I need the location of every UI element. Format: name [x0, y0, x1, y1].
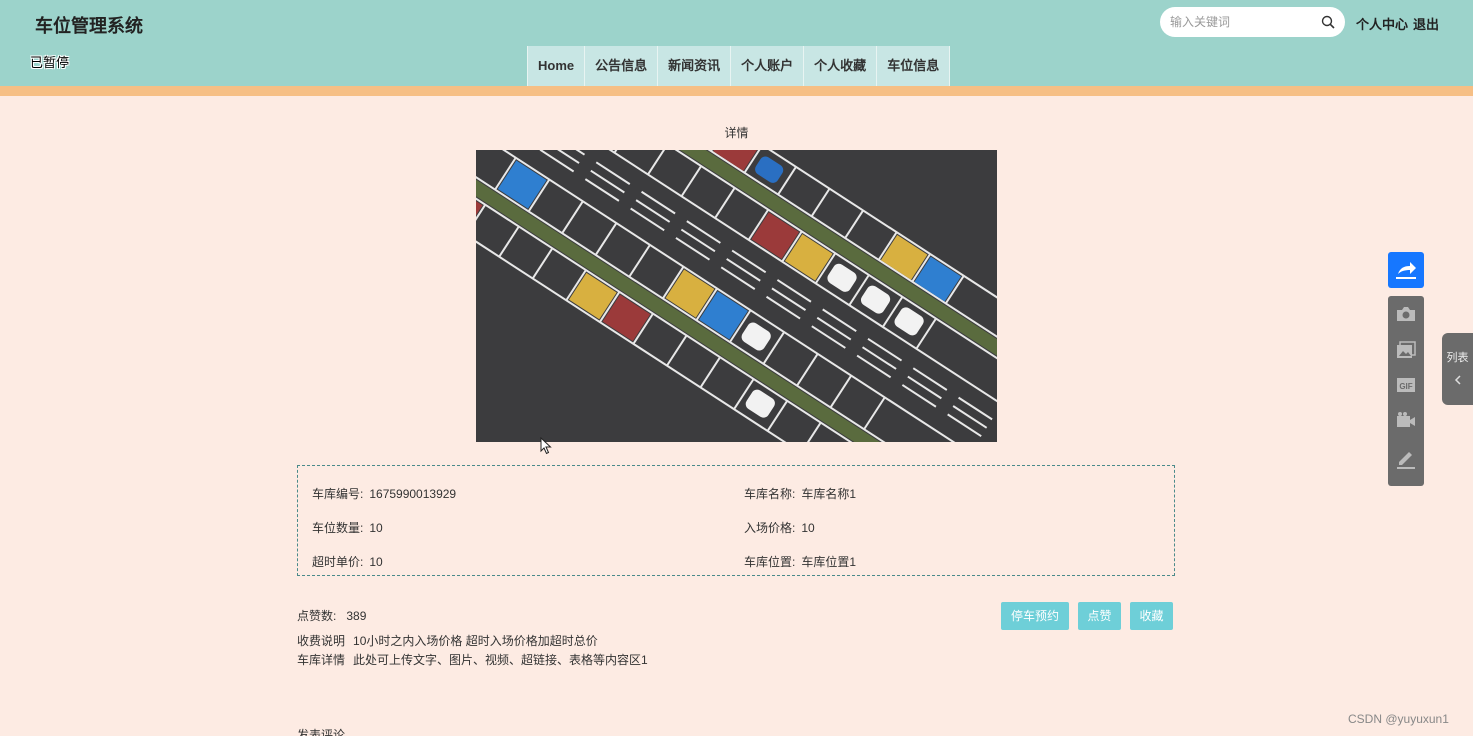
overtime-price: 超时单价: 10 [312, 553, 383, 570]
reserve-parking-button[interactable]: 停车预约 [1001, 602, 1069, 630]
space-count-label: 车位数量: [312, 521, 364, 535]
nav-account[interactable]: 个人账户 [730, 46, 804, 86]
nav-parking-info[interactable]: 车位信息 [876, 46, 951, 86]
paused-indicator: 已暂停 [30, 55, 70, 70]
entry-price: 入场价格: 10 [744, 519, 815, 536]
personal-center-link[interactable]: 个人中心 [1356, 14, 1408, 33]
header-accent-stripe [0, 86, 1473, 96]
share-button[interactable] [1388, 252, 1424, 288]
capture-toolbar: GIF [1388, 296, 1424, 486]
gif-icon[interactable]: GIF [1394, 373, 1418, 397]
garage-info-panel: 车库编号: 1675990013929 车库名称: 车库名称1 车位数量: 10 入场… [297, 465, 1175, 576]
garage-name-value: 车库名称1 [801, 487, 857, 501]
entry-price-label: 入场价格: [744, 521, 796, 535]
camera-icon[interactable] [1394, 302, 1418, 326]
detail-section-label: 详情 [724, 126, 749, 140]
garage-detail-text: 此处可上传文字、图片、视频、超链接、表格等内容区1 [353, 653, 648, 667]
fee-description-label: 收费说明 [297, 634, 346, 648]
garage-name-label: 车库名称: [744, 487, 796, 501]
overtime-price-value: 10 [369, 555, 383, 569]
list-panel-tab-label: 列表 [1446, 352, 1469, 364]
chevron-left-icon [1454, 375, 1461, 385]
garage-number: 车库编号: 1675990013929 [312, 485, 456, 502]
like-button[interactable]: 点赞 [1078, 602, 1121, 630]
search-icon[interactable] [1321, 15, 1335, 29]
overtime-price-label: 超时单价: [312, 555, 364, 569]
garage-detail-label: 车库详情 [297, 653, 346, 667]
main-nav: Home 公告信息 新闻资讯 个人账户 个人收藏 车位信息 [527, 46, 951, 86]
garage-location: 车库位置: 车库位置1 [744, 553, 856, 570]
video-icon[interactable] [1394, 409, 1418, 433]
like-count-label: 点赞数: [297, 609, 337, 623]
nav-favorites[interactable]: 个人收藏 [803, 46, 877, 86]
site-title: 车位管理系统 [35, 16, 143, 36]
garage-number-label: 车库编号: [312, 487, 364, 501]
list-panel-tab[interactable]: 列表 [1442, 333, 1473, 405]
logout-link[interactable]: 退出 [1413, 14, 1439, 33]
space-count: 车位数量: 10 [312, 519, 383, 536]
garage-location-value: 车库位置1 [801, 555, 857, 569]
fee-description: 收费说明 10小时之内入场价格 超时入场价格加超时总价 [297, 632, 598, 649]
favorite-button[interactable]: 收藏 [1130, 602, 1173, 630]
mouse-cursor-icon [540, 437, 552, 455]
image-icon[interactable] [1394, 338, 1418, 362]
garage-number-value: 1675990013929 [369, 487, 457, 501]
search-input[interactable] [1170, 13, 1320, 31]
nav-announcements[interactable]: 公告信息 [584, 46, 658, 86]
parking-lot-photo [476, 150, 997, 442]
like-count-value: 389 [346, 609, 367, 623]
garage-detail: 车库详情 此处可上传文字、图片、视频、超链接、表格等内容区1 [297, 651, 648, 668]
entry-price-value: 10 [801, 521, 815, 535]
fee-description-text: 10小时之内入场价格 超时入场价格加超时总价 [353, 634, 598, 648]
nav-home[interactable]: Home [527, 46, 585, 86]
comment-section-title: 发表评论 [297, 728, 346, 736]
watermark: CSDN @yuyuxun1 [1348, 712, 1449, 726]
garage-location-label: 车库位置: [744, 555, 796, 569]
share-icon [1396, 262, 1416, 279]
space-count-value: 10 [369, 521, 383, 535]
nav-news[interactable]: 新闻资讯 [657, 46, 731, 86]
garage-name: 车库名称: 车库名称1 [744, 485, 856, 502]
svg-text:GIF: GIF [1399, 382, 1412, 391]
search-box [1160, 7, 1345, 37]
like-count: 点赞数: 389 [297, 607, 366, 624]
pen-icon[interactable] [1394, 446, 1418, 470]
